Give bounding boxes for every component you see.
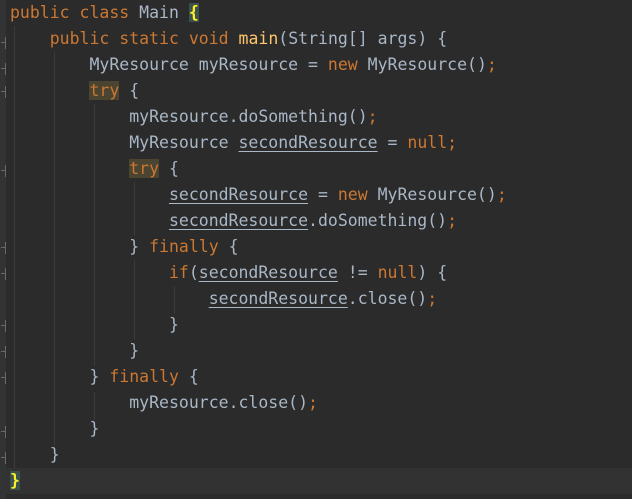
- fold-marker-icon[interactable]: [0, 86, 6, 98]
- brace: {: [218, 237, 239, 256]
- variable: myResource: [198, 55, 299, 74]
- keyword-highlighted: try: [89, 81, 120, 100]
- brace: {: [119, 81, 140, 100]
- method-call: .close(): [347, 289, 428, 308]
- brace: {: [178, 367, 199, 386]
- method-params: (String[] args) {: [278, 29, 448, 48]
- variable-reassigned: secondResource: [208, 289, 348, 308]
- class-name: Main: [139, 3, 179, 22]
- variable-reassigned: secondResource: [168, 185, 309, 204]
- fold-marker-icon[interactable]: [0, 372, 6, 384]
- semicolon: ;: [447, 211, 458, 230]
- method-name: main: [238, 29, 279, 48]
- code-line-current[interactable]: }: [6, 468, 632, 494]
- fold-marker-icon[interactable]: [0, 426, 6, 438]
- variable: myResource: [129, 393, 229, 412]
- keyword-highlighted: try: [129, 159, 160, 178]
- code-editor[interactable]: public class Main { public static void m…: [0, 0, 632, 499]
- fold-marker-icon[interactable]: [0, 242, 6, 254]
- semicolon: ;: [308, 393, 318, 412]
- keyword: finally: [149, 237, 219, 256]
- semicolon: ;: [367, 107, 378, 126]
- code-line[interactable]: if(secondResource != null) {: [10, 260, 447, 286]
- keyword: null: [407, 133, 448, 152]
- semicolon: ;: [496, 185, 507, 204]
- fold-marker-icon[interactable]: [0, 268, 6, 280]
- fold-marker-icon[interactable]: [0, 37, 6, 49]
- type-name: MyResource: [89, 55, 189, 74]
- brace: }: [89, 367, 100, 386]
- brace: }: [129, 237, 140, 256]
- variable-reassigned: secondResource: [198, 263, 338, 282]
- code-line[interactable]: }: [10, 338, 139, 364]
- operator: !=: [337, 263, 378, 282]
- brace: }: [168, 315, 179, 334]
- fold-marker-icon[interactable]: [0, 165, 6, 177]
- method-call: .doSomething(): [308, 211, 448, 230]
- brace: }: [129, 341, 140, 360]
- matched-brace: }: [10, 471, 20, 490]
- code-line[interactable]: }: [10, 416, 99, 442]
- semicolon: ;: [447, 133, 458, 152]
- paren: (: [188, 263, 199, 282]
- keyword: new: [337, 185, 368, 204]
- keyword: null: [377, 263, 418, 282]
- keyword: public: [10, 3, 70, 22]
- brace: {: [159, 159, 179, 178]
- code-line[interactable]: myResource.close();: [10, 390, 318, 416]
- code-line[interactable]: try {: [10, 78, 139, 104]
- keyword: new: [327, 55, 358, 74]
- keyword: finally: [109, 367, 179, 386]
- code-line[interactable]: } finally {: [10, 364, 199, 390]
- fold-marker-icon[interactable]: [0, 320, 6, 332]
- matched-brace: {: [188, 3, 199, 22]
- code-line[interactable]: public class Main {: [10, 0, 199, 26]
- method-call: .close(): [228, 393, 309, 412]
- paren: ) {: [417, 263, 448, 282]
- semicolon: ;: [486, 55, 497, 74]
- variable-reassigned: secondResource: [238, 133, 378, 152]
- keyword: class: [79, 3, 130, 22]
- operator: =: [377, 133, 408, 152]
- keyword: public: [49, 29, 110, 48]
- code-line[interactable]: try {: [10, 156, 179, 182]
- brace: }: [89, 419, 100, 438]
- fold-marker-icon[interactable]: [0, 346, 6, 358]
- code-line[interactable]: MyResource secondResource = null;: [10, 130, 457, 156]
- operator: =: [298, 55, 328, 74]
- constructor-call: MyResource(): [367, 55, 487, 74]
- code-line[interactable]: } finally {: [10, 234, 239, 260]
- variable: myResource: [129, 107, 229, 126]
- fold-marker-icon[interactable]: [0, 63, 6, 75]
- code-line[interactable]: public static void main(String[] args) {: [10, 26, 447, 52]
- operator: =: [308, 185, 338, 204]
- code-line[interactable]: }: [10, 312, 179, 338]
- brace: }: [49, 445, 60, 464]
- fold-marker-icon[interactable]: [0, 452, 6, 464]
- code-line[interactable]: secondResource.close();: [10, 286, 438, 312]
- semicolon: ;: [427, 289, 438, 308]
- code-line[interactable]: MyResource myResource = new MyResource()…: [10, 52, 497, 78]
- code-line[interactable]: }: [10, 442, 60, 468]
- type-name: MyResource: [129, 133, 229, 152]
- code-line[interactable]: secondResource = new MyResource();: [10, 182, 507, 208]
- code-line[interactable]: myResource.doSomething();: [10, 104, 378, 130]
- keyword: static: [119, 29, 179, 48]
- variable-reassigned: secondResource: [168, 211, 309, 230]
- code-line[interactable]: secondResource.doSomething();: [10, 208, 457, 234]
- constructor-call: MyResource(): [377, 185, 497, 204]
- keyword: if: [168, 263, 189, 282]
- keyword: void: [188, 29, 229, 48]
- method-call: .doSomething(): [228, 107, 368, 126]
